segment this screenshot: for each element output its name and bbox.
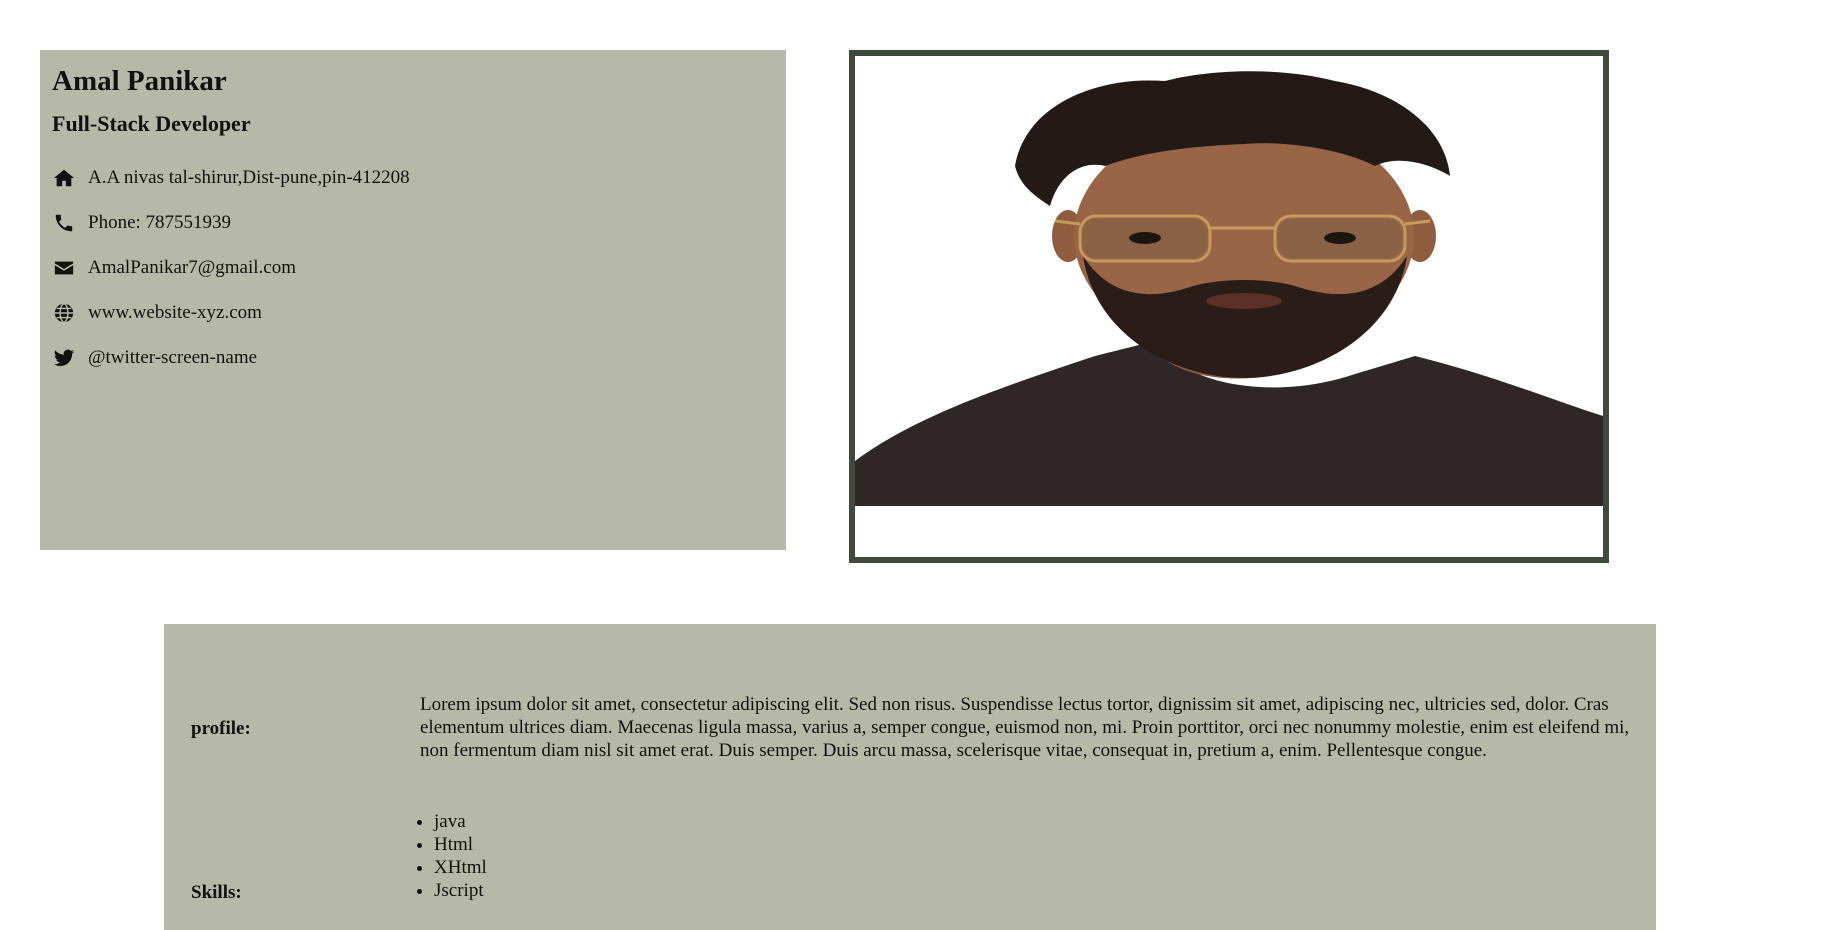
job-title: Full-Stack Developer <box>52 110 251 136</box>
phone-icon <box>52 211 76 235</box>
profile-photo <box>855 56 1603 530</box>
person-name: Amal Panikar <box>52 65 227 97</box>
skill-item: XHtml <box>434 856 1646 879</box>
profile-row: profile: Lorem ipsum dolor sit amet, con… <box>164 624 1656 794</box>
address-text: A.A nivas tal-shirur,Dist-pune,pin-41220… <box>88 166 410 188</box>
contact-address: A.A nivas tal-shirur,Dist-pune,pin-41220… <box>52 155 774 200</box>
skills-label: Skills: <box>191 882 242 903</box>
contact-card: Amal Panikar Full-Stack Developer A.A ni… <box>40 50 786 550</box>
profile-photo-frame <box>849 50 1609 563</box>
details-table: profile: Lorem ipsum dolor sit amet, con… <box>164 624 1656 930</box>
skills-list: java Html XHtml Jscript <box>384 810 1646 902</box>
globe-icon <box>52 301 76 325</box>
twitter-icon <box>52 346 76 370</box>
skill-item: java <box>434 810 1646 833</box>
envelope-icon <box>52 256 76 280</box>
website-text: www.website-xyz.com <box>88 301 262 323</box>
profile-text: Lorem ipsum dolor sit amet, consectetur … <box>420 694 1630 761</box>
resume-page: Amal Panikar Full-Stack Developer A.A ni… <box>0 0 1826 930</box>
contact-list: A.A nivas tal-shirur,Dist-pune,pin-41220… <box>52 155 774 380</box>
profile-label: profile: <box>191 718 251 739</box>
twitter-text: @twitter-screen-name <box>88 346 258 368</box>
contact-phone: Phone: 787551939 <box>52 200 774 245</box>
home-icon <box>52 166 76 190</box>
contact-website[interactable]: www.website-xyz.com <box>52 290 774 335</box>
email-text: AmalPanikar7@gmail.com <box>88 256 296 278</box>
phone-text: Phone: 787551939 <box>88 211 232 233</box>
skills-value: java Html XHtml Jscript <box>384 810 1646 902</box>
skill-item: Html <box>434 833 1646 856</box>
contact-email[interactable]: AmalPanikar7@gmail.com <box>52 245 774 290</box>
contact-twitter[interactable]: @twitter-screen-name <box>52 335 774 380</box>
skill-item: Jscript <box>434 879 1646 902</box>
skills-row: Skills: java Html XHtml Jscript <box>164 794 1656 930</box>
